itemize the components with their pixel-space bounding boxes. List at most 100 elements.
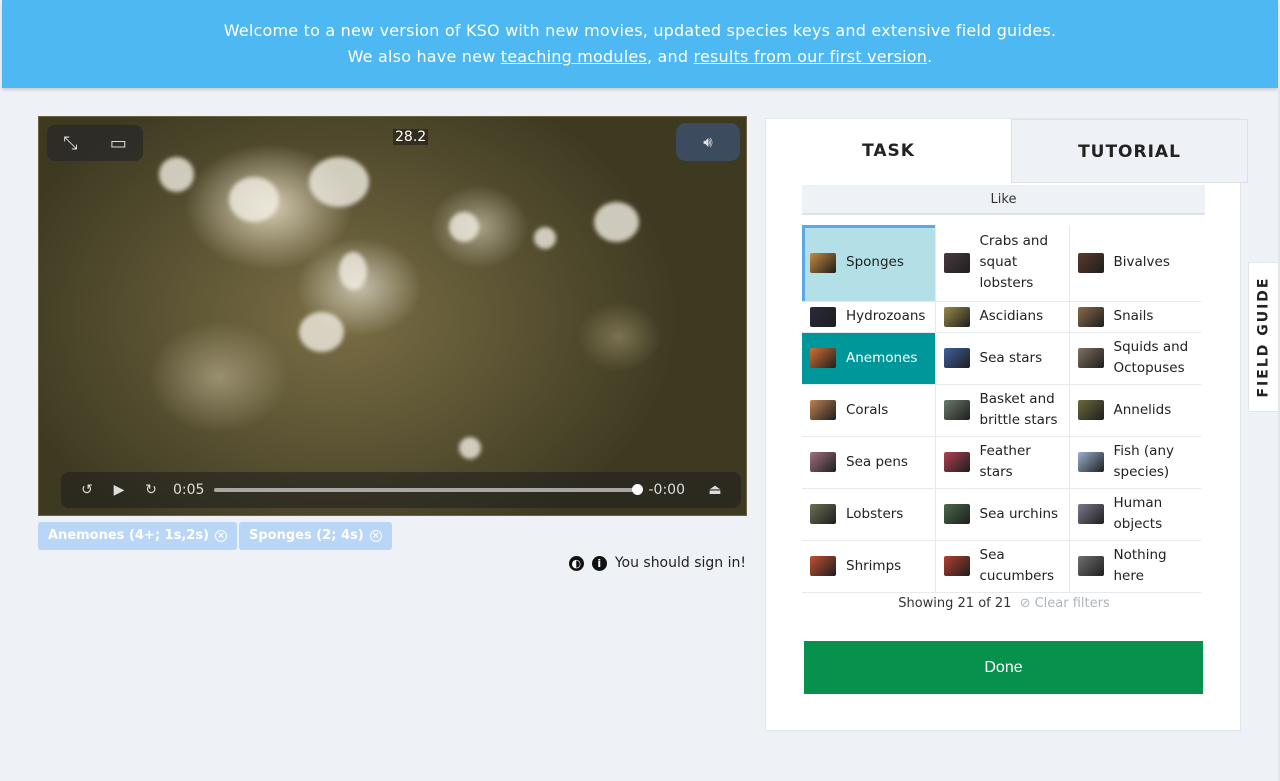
species-label: Annelids (1113, 401, 1172, 418)
species-option[interactable]: Hydrozoans (802, 301, 936, 333)
species-option[interactable]: Sponges (802, 225, 936, 302)
species-thumbnail (1077, 556, 1104, 576)
species-option[interactable]: Snails (1069, 301, 1201, 333)
species-option[interactable]: Anemones (802, 332, 936, 385)
progress-bar[interactable] (214, 484, 643, 495)
info-icon[interactable]: i (591, 555, 607, 571)
annotation-tag[interactable]: Anemones (4+; 1s,2s) × (38, 522, 237, 550)
species-thumbnail (810, 252, 836, 273)
species-grid: Sponges Crabs and squat lobsters Bivalve… (802, 225, 1201, 593)
species-label: Anemones (846, 349, 918, 366)
banner-line-1: Welcome to a new version of KSO with new… (223, 21, 1057, 40)
species-label: Lobsters (846, 505, 904, 522)
filter-like[interactable]: Like (802, 185, 1205, 215)
species-thumbnail (810, 452, 836, 472)
species-option[interactable]: Crabs and squat lobsters (935, 225, 1070, 302)
field-guide-label: FIELD GUIDE (1255, 276, 1272, 398)
species-label: Hydrozoans (846, 308, 926, 324)
species-label: Sea pens (846, 453, 908, 470)
species-option[interactable]: Bivalves (1069, 225, 1201, 302)
species-thumbnail (943, 252, 970, 273)
species-label: Sponges (846, 254, 904, 271)
tab-task[interactable]: TASK (766, 119, 1011, 183)
species-thumbnail (1077, 452, 1104, 472)
tab-tutorial[interactable]: TUTORIAL (1011, 119, 1248, 183)
species-thumbnail (943, 348, 970, 368)
remaining-time: -0:00 (648, 482, 686, 498)
field-guide-tab[interactable]: FIELD GUIDE (1248, 262, 1278, 412)
clear-filters-button[interactable]: ⊘ Clear filters (1020, 596, 1110, 611)
video-top-controls: ⤡ ▭ (47, 125, 143, 161)
tag-label: Sponges (2; 4s) (249, 528, 364, 543)
species-thumbnail (810, 400, 836, 420)
showing-text: Showing 21 of 21 (898, 596, 1012, 611)
species-thumbnail (1077, 252, 1104, 273)
species-thumbnail (810, 556, 836, 576)
species-option[interactable]: Sea urchins (935, 488, 1070, 541)
species-option[interactable]: Ascidians (935, 301, 1070, 333)
species-thumbnail (1077, 400, 1104, 420)
species-label: Bivalves (1113, 254, 1170, 271)
annotation-tags: Anemones (4+; 1s,2s) × Sponges (2; 4s) × (38, 522, 392, 550)
play-icon[interactable]: ▶ (103, 482, 135, 498)
banner-text: We also have new (347, 47, 501, 66)
species-label: Sea urchins (979, 505, 1059, 522)
species-option[interactable]: Sea stars (935, 332, 1070, 385)
contrast-icon[interactable]: ◐ (568, 555, 584, 571)
species-thumbnail (1077, 348, 1104, 368)
forward-15-icon[interactable]: ↻ (135, 482, 167, 498)
species-thumbnail (810, 504, 836, 524)
species-option[interactable]: Lobsters (802, 488, 936, 541)
done-button[interactable]: Done (804, 641, 1203, 694)
sign-in-text: You should sign in! (614, 555, 746, 571)
species-option[interactable]: Sea cucumbers (935, 540, 1070, 593)
airplay-icon[interactable]: ⏏ (699, 482, 731, 498)
species-option[interactable]: Feather stars (935, 436, 1070, 489)
fullscreen-icon[interactable]: ⤡ (63, 133, 77, 154)
classifier-panel: TASK TUTORIAL Like Sponges Crabs and squ… (765, 118, 1248, 731)
species-thumbnail (810, 348, 836, 368)
species-option[interactable]: Basket and brittle stars (935, 384, 1070, 437)
teaching-modules-link[interactable]: teaching modules (501, 47, 647, 66)
volume-button[interactable]: 🔊︎ (676, 123, 740, 161)
species-label: Sea stars (979, 349, 1043, 366)
rewind-15-icon[interactable]: ↺ (71, 482, 103, 498)
video-overlay-time: 28.2 (393, 129, 429, 145)
species-thumbnail (810, 306, 836, 327)
speaker-icon: 🔊︎ (703, 133, 713, 151)
clear-icon: ⊘ (1019, 596, 1031, 611)
species-thumbnail (943, 400, 970, 420)
species-option[interactable]: Sea pens (802, 436, 936, 489)
species-thumbnail (943, 504, 970, 524)
remove-tag-icon[interactable]: × (369, 530, 382, 542)
species-option[interactable]: Squids and Octopuses (1069, 332, 1201, 385)
announcement-banner: Welcome to a new version of KSO with new… (2, 0, 1278, 88)
species-thumbnail (943, 452, 970, 472)
species-option[interactable]: Corals (802, 384, 936, 437)
remove-tag-icon[interactable]: × (215, 530, 227, 542)
species-option[interactable]: Fish (any species) (1069, 436, 1201, 489)
panel-tabs: TASK TUTORIAL (766, 119, 1248, 183)
progress-knob[interactable] (631, 484, 643, 495)
species-label: Sea cucumbers (979, 547, 1055, 584)
species-label: Basket and brittle stars (979, 391, 1058, 428)
species-label: Human objects (1113, 495, 1163, 532)
video-player[interactable]: ⤡ ▭ 28.2 🔊︎ ↺ ▶ ↻ 0:05 -0:00 ⏏ (38, 116, 747, 516)
tag-label: Anemones (4+; 1s,2s) (48, 528, 209, 543)
picture-in-picture-icon[interactable]: ▭ (110, 133, 127, 154)
species-label: Squids and Octopuses (1113, 339, 1189, 376)
results-link[interactable]: results from our first version (694, 47, 928, 66)
sign-in-notice: ◐ i You should sign in! (568, 555, 746, 571)
species-thumbnail (943, 556, 970, 576)
species-label: Ascidians (979, 308, 1044, 324)
species-option[interactable]: Human objects (1069, 488, 1201, 541)
species-option[interactable]: Annelids (1069, 384, 1201, 437)
clear-filters-label: Clear filters (1034, 596, 1110, 611)
species-thumbnail (1077, 306, 1104, 327)
annotation-tag[interactable]: Sponges (2; 4s) × (239, 522, 392, 550)
banner-text: , and (646, 47, 694, 66)
species-option[interactable]: Nothing here (1069, 540, 1201, 593)
species-label: Shrimps (846, 557, 902, 574)
species-label: Fish (any species) (1113, 443, 1175, 480)
species-option[interactable]: Shrimps (802, 540, 936, 593)
